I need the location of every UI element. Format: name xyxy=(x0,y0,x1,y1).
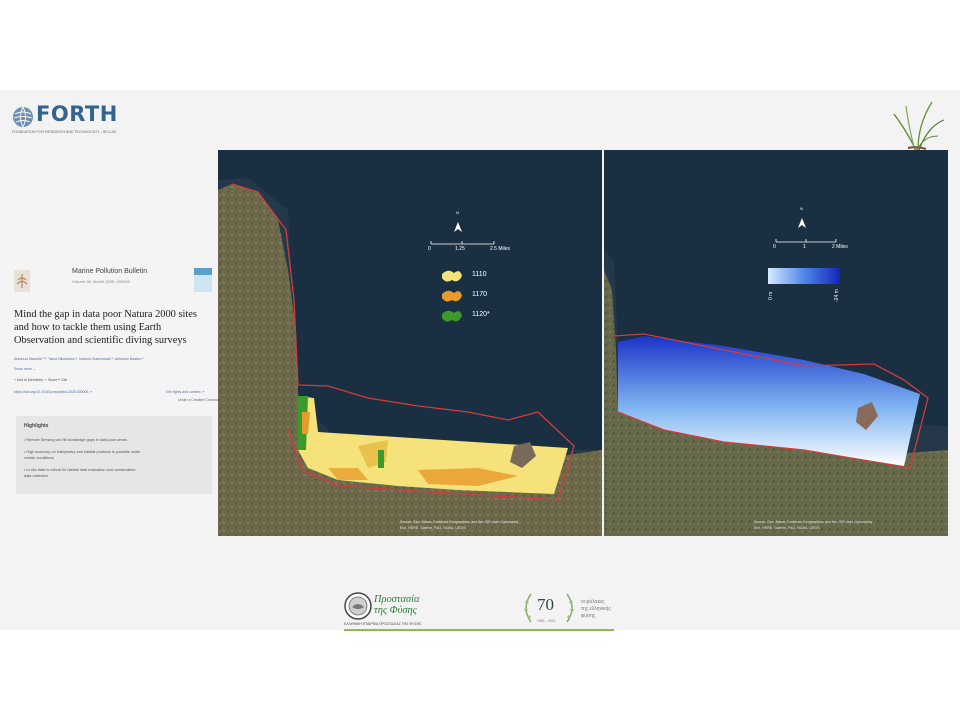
depth-min-label: 0 m xyxy=(768,291,774,300)
depth-max-label: -24 m xyxy=(834,289,840,302)
habitat-map: N 0 1.25 2.5 Miles 1110 1170 1120* Sourc… xyxy=(218,150,602,536)
highlight-item: • High accuracy on bathymetry and habita… xyxy=(24,450,141,454)
paper-authors[interactable]: Antonios Mazaris ᵃ ᵇ, Tarsa Nikolaidou ᵃ… xyxy=(14,357,143,361)
nature-protection-logo: Προστασία της Φύσης ΕΛΛΗΝΙΚΗ ΕΤΑΙΡΕΙΑ ΠΡ… xyxy=(344,590,444,630)
map-attribution: Esri, HERE, Garmin, FAO, NOAA, USGS xyxy=(400,526,466,530)
north-label: N xyxy=(800,206,803,211)
ptf-caption: ΕΛΛΗΝΙΚΗ ΕΤΑΙΡΕΙΑ ΠΡΟΣΤΑΣΙΑΣ ΤΗΣ ΦΥΣΗΣ xyxy=(344,622,422,626)
anniversary-line: της ελληνικής xyxy=(581,606,611,612)
scale-tick-label: 0 xyxy=(773,244,776,250)
ptf-line-2: της Φύσης xyxy=(374,605,417,616)
anniversary-line: φύσης xyxy=(581,613,596,619)
journal-cover-icon xyxy=(194,268,212,292)
anniversary-logo: 70 οι φύλακες της ελληνικής φύσης 1951 -… xyxy=(519,590,614,630)
society-seal-icon xyxy=(344,592,372,620)
ptf-line-1: Προστασία xyxy=(374,594,420,605)
legend-swatch-1110 xyxy=(442,270,462,282)
habitat-map-graphic xyxy=(218,150,602,536)
highlight-item: • In-situ data is critical for habitat d… xyxy=(24,468,136,472)
doi-link[interactable]: https://doi.org/10.1016/j.marpolbul.2025… xyxy=(14,390,92,394)
nature-protection-wordmark: Προστασία της Φύσης xyxy=(374,594,419,616)
legend-swatch-1120 xyxy=(442,310,462,322)
map-attribution: Source: Esri, Maxar, Earthstar Geographi… xyxy=(400,520,519,524)
legend-label-1120: 1120* xyxy=(472,311,490,318)
forth-logo: FORTH FOUNDATION FOR RESEARCH AND TECHNO… xyxy=(12,102,142,140)
paper-preview: Marine Pollution Bulletin Volume 00, Mon… xyxy=(8,256,233,496)
legend-swatch-1170 xyxy=(442,290,462,302)
paper-actions[interactable]: + Add to Mendeley ⩫ Share ❝ Cite xyxy=(14,378,67,382)
journal-meta: Volume 00, Month 2025, 000000 xyxy=(72,279,130,284)
footer-logos: Προστασία της Φύσης ΕΛΛΗΝΙΚΗ ΕΤΑΙΡΕΙΑ ΠΡ… xyxy=(344,590,614,631)
paper-title[interactable]: Mind the gap in data poor Natura 2000 si… xyxy=(14,308,214,347)
bathymetry-map-graphic xyxy=(604,150,948,536)
forth-subtitle: FOUNDATION FOR RESEARCH AND TECHNOLOGY -… xyxy=(12,130,117,134)
seagrass-icon xyxy=(893,101,945,151)
scale-tick-label: 2.5 Miles xyxy=(490,246,511,252)
legend-label-1110: 1110 xyxy=(472,271,487,278)
anniversary-number: 70 xyxy=(537,595,554,614)
map-attribution: Source: Esri, Maxar, Earthstar Geographi… xyxy=(754,520,873,524)
scale-tick-label: 2 Miles xyxy=(832,244,848,250)
highlights-title: Highlights xyxy=(24,423,49,429)
journal-header: Marine Pollution Bulletin Volume 00, Mon… xyxy=(10,266,212,300)
depth-legend-bar xyxy=(768,268,840,284)
highlights-box: Highlights • Remote Sensing can fill kno… xyxy=(16,416,212,494)
scale-tick-label: 0 xyxy=(428,246,431,252)
rights-link[interactable]: Get rights and content ↗ xyxy=(166,390,204,394)
anniversary-tagline: οι φύλακες της ελληνικής φύσης xyxy=(581,599,611,620)
publisher-logo-icon xyxy=(14,270,30,292)
map-attribution: Esri, HERE, Garmin, FAO, NOAA, USGS xyxy=(754,526,820,530)
anniversary-years: 1951 - 2021 xyxy=(537,619,556,623)
journal-name[interactable]: Marine Pollution Bulletin xyxy=(72,268,147,275)
show-more-link[interactable]: Show more ⌄ xyxy=(14,367,36,371)
forth-wordmark: FORTH xyxy=(36,102,118,126)
anniversary-line: οι φύλακες xyxy=(581,599,605,605)
footer-divider xyxy=(344,629,614,631)
globe-icon xyxy=(13,106,33,128)
highlight-item: certain conditions. xyxy=(24,456,55,460)
scale-tick-label: 1.25 xyxy=(455,246,465,252)
highlight-item: data collection. xyxy=(24,474,50,478)
bathymetry-map: N 0 1 2 Miles 0 m -24 m Source: Esri, Ma… xyxy=(604,150,960,536)
highlight-item: • Remote Sensing can fill knowledge gaps… xyxy=(24,438,128,442)
scale-tick-label: 1 xyxy=(803,244,806,250)
north-label: N xyxy=(456,210,459,215)
legend-label-1170: 1170 xyxy=(472,291,488,298)
